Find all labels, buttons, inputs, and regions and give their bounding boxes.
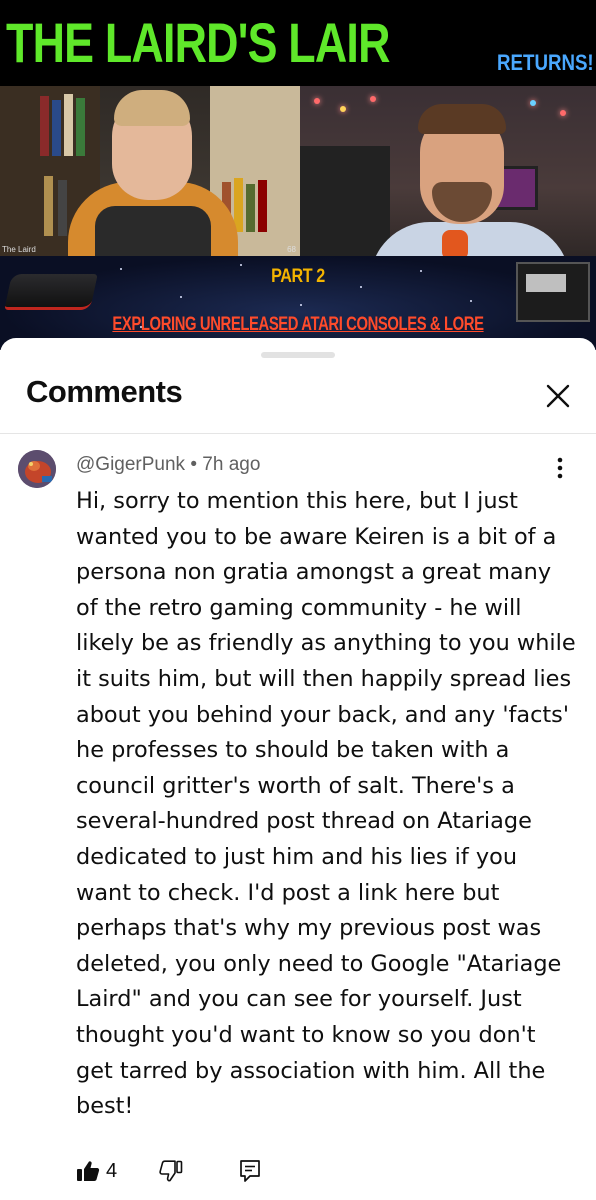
reply-button[interactable] bbox=[239, 1159, 261, 1183]
comment-body: Hi, sorry to mention this here, but I ju… bbox=[76, 488, 576, 1120]
camera-feed-right bbox=[300, 86, 596, 256]
video-title: THE LAIRD'S LAIR bbox=[6, 11, 390, 74]
avatar[interactable] bbox=[18, 450, 56, 488]
comment-time: 7h ago bbox=[202, 454, 261, 475]
reply-comment-icon bbox=[240, 1160, 260, 1182]
part-subtitle: EXPLORING UNRELEASED ATARI CONSOLES & LO… bbox=[112, 314, 484, 335]
like-count: 4 bbox=[106, 1159, 118, 1182]
comments-sheet: Comments @GigerPunk • 7h ago Hi, sorry t… bbox=[0, 338, 596, 1200]
dislike-button[interactable] bbox=[159, 1160, 183, 1182]
camera-caption: The Laird bbox=[2, 245, 36, 254]
video-title-banner: THE LAIRD'S LAIR RETURNS! bbox=[0, 0, 596, 86]
divider bbox=[0, 433, 596, 434]
microphone bbox=[442, 230, 468, 256]
video-part-banner: PART 2 EXPLORING UNRELEASED ATARI CONSOL… bbox=[0, 256, 596, 350]
more-vertical-icon bbox=[557, 457, 563, 479]
comment-actions: 4 bbox=[76, 1156, 261, 1186]
like-button[interactable]: 4 bbox=[76, 1160, 117, 1183]
part-label: PART 2 bbox=[271, 266, 325, 287]
close-icon bbox=[546, 384, 570, 408]
camera-feed-left: The Laird 68 bbox=[0, 86, 300, 256]
thumbs-up-filled-icon bbox=[77, 1161, 100, 1181]
more-options-button[interactable] bbox=[548, 456, 572, 480]
comment-author[interactable]: @GigerPunk bbox=[76, 454, 185, 475]
thumbs-down-icon bbox=[159, 1160, 183, 1182]
video-player[interactable]: THE LAIRD'S LAIR RETURNS! The Laird 68 P… bbox=[0, 0, 596, 350]
close-button[interactable] bbox=[540, 378, 576, 414]
comment-meta: @GigerPunk • 7h ago bbox=[76, 454, 260, 476]
camera-number: 68 bbox=[287, 245, 296, 254]
meta-separator: • bbox=[185, 454, 203, 475]
drag-handle[interactable] bbox=[261, 352, 335, 358]
comments-title: Comments bbox=[26, 374, 183, 409]
video-title-suffix: RETURNS! bbox=[497, 50, 594, 75]
